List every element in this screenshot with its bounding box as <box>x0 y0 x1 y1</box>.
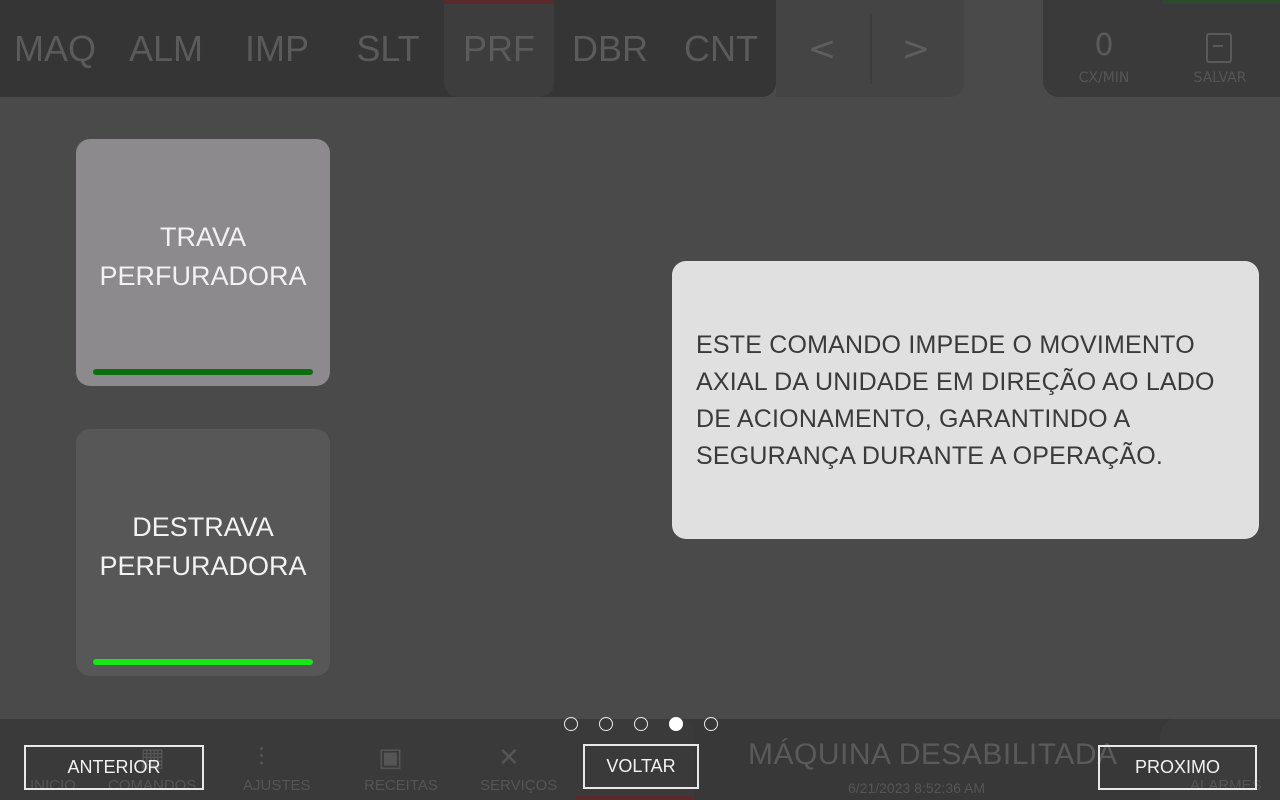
tab-next-arrow[interactable]: > <box>870 0 962 97</box>
unlock-perforator-button[interactable]: DESTRAVA PERFURADORA <box>76 429 330 676</box>
tools-icon[interactable]: ✕ <box>498 743 520 773</box>
page-dot[interactable] <box>564 717 578 731</box>
status-timestamp: 6/21/2023 8:52:36 AM <box>848 780 985 796</box>
page-dot-active[interactable] <box>669 717 683 731</box>
machine-status: MÁQUINA DESABILITADA <box>748 738 1118 771</box>
tab-alm[interactable]: ALM <box>111 0 221 97</box>
page-dot[interactable] <box>599 717 613 731</box>
unlock-perforator-label: DESTRAVA PERFURADORA <box>99 511 307 581</box>
save-indicator <box>1163 0 1280 4</box>
active-nav-indicator <box>575 796 693 800</box>
recipes-icon[interactable]: ▣ <box>378 743 403 773</box>
tab-cnt[interactable]: CNT <box>666 0 776 97</box>
next-button[interactable]: PROXIMO <box>1098 745 1257 790</box>
nav-servicos-label[interactable]: SERVIÇOS <box>480 777 557 794</box>
sliders-icon[interactable]: ⫶ <box>258 743 265 774</box>
back-button[interactable]: VOLTAR <box>583 744 699 789</box>
page-indicator <box>564 717 718 731</box>
page-dot[interactable] <box>634 717 648 731</box>
lock-perforator-label: TRAVA PERFURADORA <box>99 221 307 291</box>
rate-value: 0 <box>1094 28 1114 63</box>
save-label[interactable]: SALVAR <box>1180 70 1260 86</box>
page-dot[interactable] <box>704 717 718 731</box>
rate-label: CX/MIN <box>1078 70 1130 86</box>
tab-maq[interactable]: MAQ <box>0 0 110 97</box>
save-icon[interactable] <box>1206 33 1232 63</box>
tab-prf[interactable]: PRF <box>444 0 554 97</box>
unlock-status-bar <box>93 659 313 665</box>
previous-button[interactable]: ANTERIOR <box>24 745 204 790</box>
nav-ajustes-label[interactable]: AJUSTES <box>243 777 311 794</box>
tab-slt[interactable]: SLT <box>333 0 443 97</box>
top-bar: MAQ ALM IMP SLT PRF DBR CNT < > 0 CX/MIN… <box>0 0 1280 97</box>
nav-receitas-label[interactable]: RECEITAS <box>364 777 438 794</box>
tab-imp[interactable]: IMP <box>222 0 332 97</box>
tabs-panel: MAQ ALM IMP SLT PRF DBR CNT <box>0 0 776 97</box>
tab-dbr[interactable]: DBR <box>555 0 665 97</box>
lock-perforator-button[interactable]: TRAVA PERFURADORA <box>76 139 330 386</box>
help-info-box: ESTE COMANDO IMPEDE O MOVIMENTO AXIAL DA… <box>672 261 1259 539</box>
tab-prev-arrow[interactable]: < <box>776 0 868 97</box>
lock-status-bar <box>93 369 313 375</box>
help-info-text: ESTE COMANDO IMPEDE O MOVIMENTO AXIAL DA… <box>696 331 1215 470</box>
